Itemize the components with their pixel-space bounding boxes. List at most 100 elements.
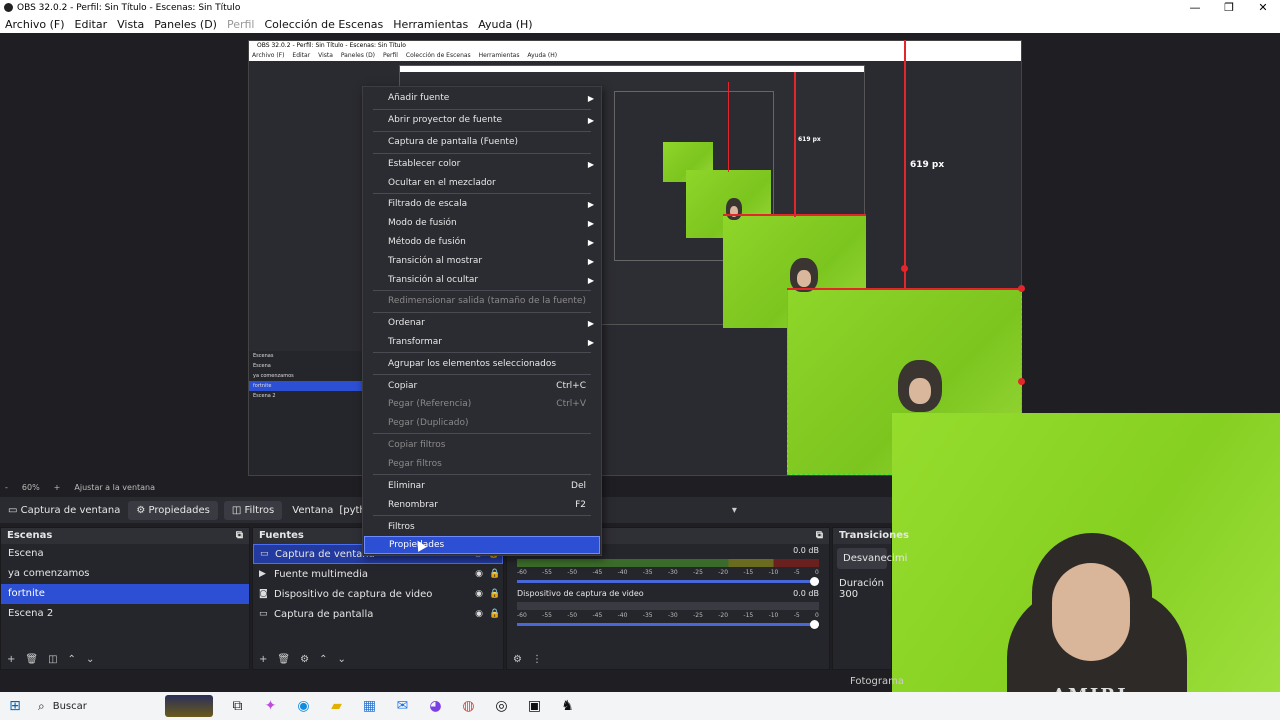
transition-select[interactable]: Desvanecimi — [837, 548, 907, 569]
meter-ticks: -60 -55 -50 -45 -40 -35 -30 -25 -20 -15 -10 -5 0 — [517, 569, 819, 576]
eye-icon[interactable]: ◉ — [471, 609, 487, 619]
monitor-icon: ▭ — [259, 609, 268, 619]
menu-editar[interactable]: Editar — [75, 18, 108, 31]
menu-item-ocultar-mezclador[interactable]: Ocultar en el mezclador — [364, 174, 600, 192]
nested-menu-item: Paneles (D) — [340, 52, 376, 59]
menu-item-abrir-proyector[interactable]: Abrir proyector de fuente ▶ — [364, 111, 600, 129]
menu-herramientas[interactable]: Herramientas — [393, 18, 468, 31]
trash-icon[interactable]: 🗑 — [277, 654, 290, 665]
eye-icon[interactable]: ◉ — [471, 589, 487, 599]
menu-item-transicion-ocultar[interactable]: Transición al ocultar ▶ — [364, 271, 600, 289]
source-item-captura-pantalla[interactable]: ▭ Captura de pantalla ◉ 🔒 — [253, 604, 503, 624]
zoom-in-button[interactable]: + — [54, 483, 61, 492]
source-item-fuente-multimedia[interactable]: ▶ Fuente multimedia ◉ 🔒 — [253, 564, 503, 584]
volume-slider[interactable] — [517, 620, 819, 629]
transitions-header: Transiciones — [839, 530, 909, 541]
chevron-down-icon[interactable]: ▾ — [732, 505, 746, 516]
volume-slider[interactable] — [517, 577, 819, 586]
menu-coleccion-escenas[interactable]: Colección de Escenas — [265, 18, 384, 31]
mail-icon[interactable]: ✉ — [386, 698, 419, 714]
copilot-icon[interactable]: ✦ — [254, 698, 287, 714]
channel1-db: 0.0 dB — [793, 546, 819, 555]
windows-start-icon[interactable]: ⊞ — [0, 698, 30, 714]
chrome-icon[interactable]: ◍ — [452, 698, 485, 714]
terminal-icon[interactable]: ▣ — [518, 698, 551, 714]
close-button[interactable]: ✕ — [1246, 1, 1280, 14]
menu-item-propiedades[interactable]: Propiedades — [364, 536, 600, 554]
menu-item-renombrar[interactable]: Renombrar F2 — [364, 496, 600, 514]
guide-line-vertical — [904, 40, 906, 290]
properties-button[interactable]: ⚙ Propiedades — [128, 500, 218, 520]
lock-icon[interactable]: 🔒 — [487, 569, 503, 579]
menu-item-establecer-color[interactable]: Establecer color ▶ — [364, 155, 600, 173]
guide-handle[interactable] — [1018, 378, 1025, 385]
arrow-up-icon[interactable]: ⌃ — [319, 654, 327, 665]
menu-ayuda[interactable]: Ayuda (H) — [478, 18, 532, 31]
menu-item-anadir-fuente[interactable]: Añadir fuente ▶ — [364, 89, 600, 107]
scene-item-ya-comenzamos[interactable]: ya comenzamos — [1, 564, 249, 584]
person-thumbnail — [898, 360, 942, 412]
arrow-up-icon[interactable]: ⌃ — [68, 654, 76, 665]
submenu-arrow-icon: ▶ — [587, 256, 594, 266]
lock-icon[interactable]: 🔒 — [487, 609, 503, 619]
menu-item-captura-pantalla[interactable]: Captura de pantalla (Fuente) — [364, 133, 600, 151]
arrow-down-icon[interactable]: ⌄ — [337, 654, 345, 665]
menu-paneles[interactable]: Paneles (D) — [154, 18, 217, 31]
fit-window-button[interactable]: Ajustar a la ventana — [74, 483, 155, 492]
menu-item-filtros[interactable]: Filtros — [364, 518, 600, 536]
messenger-icon[interactable]: ◕ — [419, 698, 452, 714]
arrow-down-icon[interactable]: ⌄ — [86, 654, 94, 665]
game-icon[interactable]: ♞ — [551, 698, 584, 714]
store-icon[interactable]: ▦ — [353, 698, 386, 714]
pixel-distance-label: 619 px — [910, 160, 945, 170]
minimize-button[interactable]: — — [1178, 1, 1212, 14]
dock-float-icon[interactable]: ⧉ — [236, 528, 243, 544]
menu-item-modo-fusion[interactable]: Modo de fusión ▶ — [364, 214, 600, 232]
nested-menu-item: Vista — [318, 52, 333, 59]
filters-button[interactable]: ◫ Filtros — [223, 500, 283, 520]
edge-icon[interactable]: ◉ — [287, 698, 320, 714]
scene-item-escena-2[interactable]: Escena 2 — [1, 604, 249, 624]
trash-icon[interactable]: 🗑 — [25, 654, 38, 665]
menu-vista[interactable]: Vista — [117, 18, 144, 31]
task-view-icon[interactable]: ⧉ — [221, 698, 254, 714]
widget-icon[interactable] — [165, 695, 213, 717]
duration-input[interactable]: 300 — [839, 589, 858, 600]
guide-handle[interactable] — [901, 265, 908, 272]
add-icon[interactable]: + — [259, 654, 267, 665]
gear-icon[interactable]: ⚙ — [513, 654, 522, 665]
menu-archivo[interactable]: Archivo (F) — [5, 18, 65, 31]
scene-item-escena[interactable]: Escena — [1, 544, 249, 564]
eye-icon[interactable]: ◉ — [471, 569, 487, 579]
audio-meter — [517, 602, 819, 610]
dock-float-icon[interactable]: ⧉ — [816, 528, 823, 544]
guide-handle[interactable] — [1018, 285, 1025, 292]
menu-item-filtrado-escala[interactable]: Filtrado de escala ▶ — [364, 195, 600, 213]
gear-icon[interactable]: ⚙ — [300, 654, 309, 665]
menu-item-eliminar[interactable]: Eliminar Del — [364, 477, 600, 495]
window-label: Ventana — [292, 504, 334, 516]
file-explorer-icon[interactable]: ▰ — [320, 698, 353, 714]
add-icon[interactable]: + — [7, 654, 15, 665]
person-thumbnail — [726, 198, 742, 220]
shortcut-label: Del — [571, 481, 586, 491]
menu-item-transformar[interactable]: Transformar ▶ — [364, 333, 600, 351]
maximize-button[interactable]: ❐ — [1212, 1, 1246, 14]
submenu-arrow-icon: ▶ — [587, 159, 594, 169]
menu-dots-icon[interactable]: ⋮ — [532, 654, 542, 665]
menu-item-agrupar[interactable]: Agrupar los elementos seleccionados — [364, 355, 600, 373]
obs-taskbar-icon[interactable]: ◎ — [485, 698, 518, 714]
filter-icon[interactable]: ◫ — [48, 654, 57, 665]
zoom-out-button[interactable]: - — [5, 483, 8, 492]
search-icon: ⌕ — [38, 698, 45, 713]
scene-item-fortnite[interactable]: fortnite — [1, 584, 249, 604]
menu-item-metodo-fusion[interactable]: Método de fusión ▶ — [364, 233, 600, 251]
menu-item-copiar[interactable]: Copiar Ctrl+C — [364, 377, 600, 395]
lock-icon[interactable]: 🔒 — [487, 589, 503, 599]
nested-menu-item: Editar — [292, 52, 311, 59]
taskbar-search[interactable]: ⌕ Buscar — [30, 695, 165, 717]
person-face — [1052, 563, 1130, 661]
source-item-dispositivo-video[interactable]: ◙ Dispositivo de captura de video ◉ 🔒 — [253, 584, 503, 604]
menu-item-ordenar[interactable]: Ordenar ▶ — [364, 314, 600, 332]
menu-item-transicion-mostrar[interactable]: Transición al mostrar ▶ — [364, 252, 600, 270]
